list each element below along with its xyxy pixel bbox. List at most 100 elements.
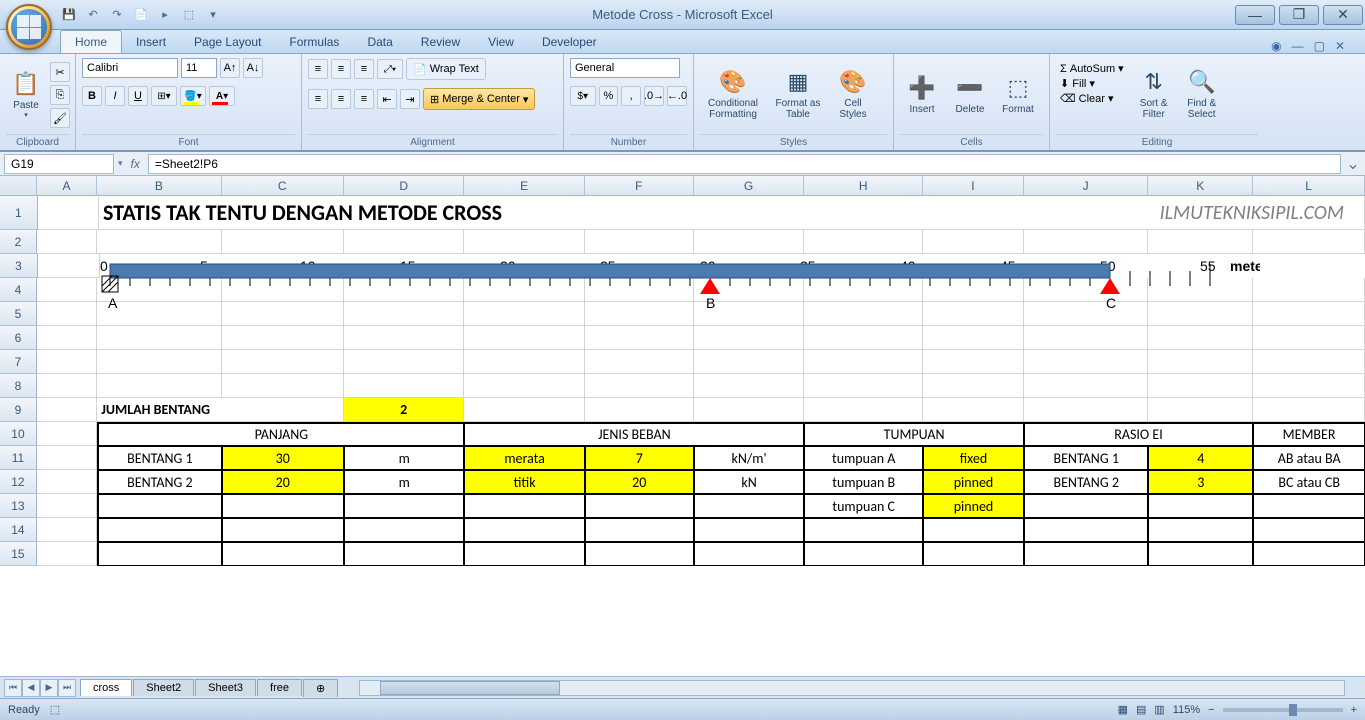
cell[interactable] bbox=[464, 374, 584, 398]
restore-icon[interactable]: ▢ bbox=[1314, 39, 1325, 53]
cell[interactable] bbox=[222, 518, 344, 542]
formula-input[interactable] bbox=[148, 154, 1341, 174]
cell[interactable] bbox=[37, 278, 97, 302]
cell[interactable] bbox=[694, 494, 805, 518]
font-color-button[interactable]: A▾ bbox=[209, 86, 235, 106]
cell[interactable] bbox=[344, 542, 464, 566]
qat-btn5-icon[interactable]: ▸ bbox=[156, 6, 174, 24]
cell[interactable]: 7 bbox=[585, 446, 694, 470]
col-header[interactable]: B bbox=[97, 176, 221, 195]
sheet-nav-prev-icon[interactable]: ◀ bbox=[22, 679, 40, 697]
row-header[interactable]: 13 bbox=[0, 494, 37, 518]
clear-button[interactable]: ⌫ Clear ▾ bbox=[1060, 92, 1124, 105]
row-header[interactable]: 6 bbox=[0, 326, 37, 350]
cell[interactable] bbox=[1148, 326, 1253, 350]
cell[interactable] bbox=[1253, 518, 1365, 542]
qat-dropdown-icon[interactable]: ▾ bbox=[204, 6, 222, 24]
sheet-tab-sheet3[interactable]: Sheet3 bbox=[195, 679, 256, 696]
cell[interactable] bbox=[804, 350, 923, 374]
col-header[interactable]: C bbox=[222, 176, 344, 195]
col-header[interactable]: F bbox=[585, 176, 694, 195]
grow-font-icon[interactable]: A↑ bbox=[220, 58, 240, 78]
view-break-icon[interactable]: ▥ bbox=[1154, 703, 1164, 716]
col-header[interactable]: L bbox=[1253, 176, 1365, 195]
row-header[interactable]: 14 bbox=[0, 518, 37, 542]
cell[interactable]: BENTANG 2 bbox=[97, 470, 221, 494]
col-header[interactable]: D bbox=[344, 176, 464, 195]
cell[interactable] bbox=[464, 518, 584, 542]
cell[interactable]: tumpuan B bbox=[804, 470, 923, 494]
sheet-title[interactable]: STATIS TAK TENTU DENGAN METODE CROSS bbox=[99, 196, 890, 230]
sheet-nav-last-icon[interactable]: ⏭ bbox=[58, 679, 76, 697]
cell[interactable]: BENTANG 1 bbox=[1024, 446, 1148, 470]
orientation-icon[interactable]: ⤢▾ bbox=[377, 59, 403, 79]
cell-styles-button[interactable]: 🎨Cell Styles bbox=[830, 58, 876, 128]
cell[interactable] bbox=[694, 518, 805, 542]
qat-save-icon[interactable]: 💾 bbox=[60, 6, 78, 24]
tab-view[interactable]: View bbox=[474, 31, 528, 53]
fill-color-button[interactable]: 🪣▾ bbox=[180, 86, 206, 106]
cell[interactable]: 20 bbox=[585, 470, 694, 494]
cell[interactable]: tumpuan A bbox=[804, 446, 923, 470]
cell[interactable] bbox=[97, 326, 221, 350]
tab-developer[interactable]: Developer bbox=[528, 31, 611, 53]
cell[interactable] bbox=[804, 374, 923, 398]
cell[interactable]: BENTANG 1 bbox=[97, 446, 221, 470]
qat-btn4-icon[interactable]: 📄 bbox=[132, 6, 150, 24]
help-icon[interactable]: ◉ bbox=[1271, 39, 1281, 53]
cell[interactable] bbox=[97, 350, 221, 374]
row-header[interactable]: 2 bbox=[0, 230, 37, 254]
row-header[interactable]: 11 bbox=[0, 446, 37, 470]
cell[interactable] bbox=[1024, 518, 1148, 542]
cell[interactable] bbox=[37, 350, 97, 374]
cell[interactable]: merata bbox=[464, 446, 584, 470]
cell[interactable]: m bbox=[344, 446, 464, 470]
cell[interactable] bbox=[694, 398, 805, 422]
cell[interactable] bbox=[1024, 326, 1148, 350]
cell[interactable] bbox=[1148, 374, 1253, 398]
row-header[interactable]: 12 bbox=[0, 470, 37, 494]
cell[interactable] bbox=[1253, 350, 1365, 374]
col-header[interactable]: H bbox=[804, 176, 923, 195]
cell[interactable] bbox=[923, 326, 1024, 350]
format-painter-icon[interactable]: 🖌 bbox=[50, 108, 70, 128]
sheet-tab-cross[interactable]: cross bbox=[80, 679, 132, 696]
cell[interactable] bbox=[1024, 374, 1148, 398]
header-tumpuan[interactable]: TUMPUAN bbox=[804, 422, 1024, 446]
tab-formulas[interactable]: Formulas bbox=[275, 31, 353, 53]
sheet-tab-free[interactable]: free bbox=[257, 679, 302, 696]
macro-record-icon[interactable]: ⬚ bbox=[50, 703, 60, 716]
col-header[interactable]: I bbox=[923, 176, 1024, 195]
cell[interactable] bbox=[804, 518, 923, 542]
cell[interactable] bbox=[804, 398, 923, 422]
row-header[interactable]: 15 bbox=[0, 542, 37, 566]
view-layout-icon[interactable]: ▤ bbox=[1136, 703, 1146, 716]
cell[interactable] bbox=[37, 374, 97, 398]
cell[interactable]: pinned bbox=[923, 470, 1024, 494]
cell[interactable] bbox=[464, 350, 584, 374]
sheet-tab-sheet2[interactable]: Sheet2 bbox=[133, 679, 194, 696]
tab-home[interactable]: Home bbox=[60, 30, 122, 53]
office-button[interactable] bbox=[6, 4, 52, 50]
cell[interactable] bbox=[1253, 542, 1365, 566]
cell[interactable] bbox=[222, 326, 344, 350]
cell[interactable] bbox=[1148, 398, 1253, 422]
cell[interactable]: fixed bbox=[923, 446, 1024, 470]
cell[interactable] bbox=[585, 350, 694, 374]
cell[interactable] bbox=[585, 542, 694, 566]
cell[interactable] bbox=[222, 374, 344, 398]
number-format-input[interactable] bbox=[570, 58, 680, 78]
min-ribbon-icon[interactable]: — bbox=[1292, 39, 1304, 53]
cell[interactable]: 2 bbox=[344, 398, 464, 422]
horizontal-scrollbar[interactable] bbox=[359, 680, 1345, 696]
zoom-slider[interactable] bbox=[1223, 708, 1343, 712]
cell[interactable] bbox=[222, 350, 344, 374]
cell[interactable]: BC atau CB bbox=[1253, 470, 1365, 494]
align-center-icon[interactable]: ≡ bbox=[331, 89, 351, 109]
fill-button[interactable]: ⬇ Fill ▾ bbox=[1060, 77, 1124, 90]
cell[interactable] bbox=[344, 350, 464, 374]
cell[interactable] bbox=[694, 350, 805, 374]
sheet-nav-first-icon[interactable]: ⏮ bbox=[4, 679, 22, 697]
cell[interactable] bbox=[585, 518, 694, 542]
cell[interactable] bbox=[694, 326, 805, 350]
